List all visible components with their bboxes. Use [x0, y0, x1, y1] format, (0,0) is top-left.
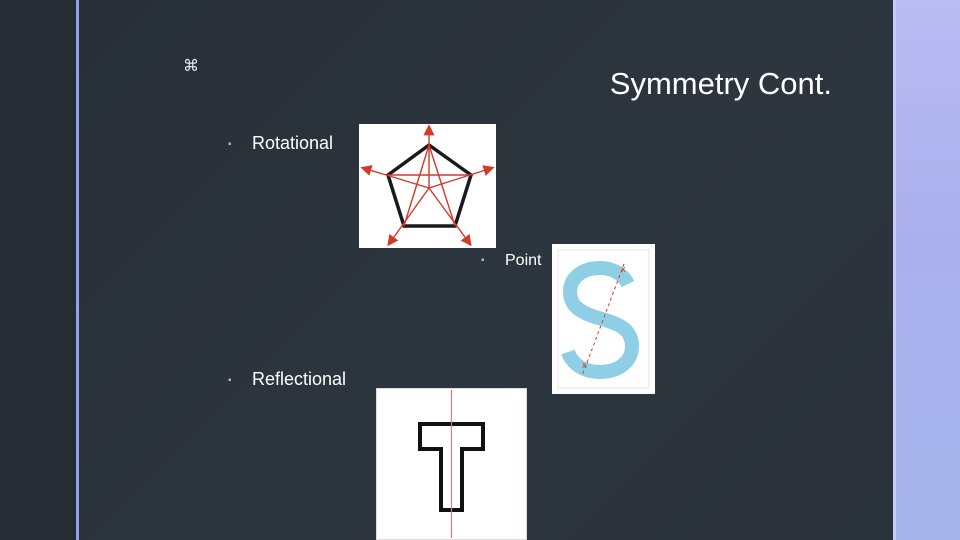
right-accent-panel	[896, 0, 960, 540]
bullet-marker: ▪	[228, 374, 232, 386]
bullet-reflectional: ▪ Reflectional	[228, 369, 346, 390]
rotational-symmetry-image	[359, 124, 496, 248]
s-image-top-label: x	[621, 264, 626, 274]
bullet-label: Rotational	[252, 133, 334, 153]
bullet-marker: ▪	[228, 138, 232, 150]
bullet-label: Reflectional	[252, 369, 347, 389]
slide-title: Symmetry Cont.	[609, 66, 832, 101]
bullet-point: ▪ Point	[481, 252, 541, 270]
s-image-bottom-label: x'	[582, 360, 589, 370]
reflectional-symmetry-image	[376, 388, 527, 540]
bullet-marker: ▪	[481, 255, 485, 267]
bullet-rotational: ▪ Rotational	[228, 133, 333, 154]
left-sidebar-strip	[0, 0, 76, 540]
left-accent-rule	[76, 0, 79, 540]
point-symmetry-image: x x'	[552, 244, 655, 394]
bullet-label: Point	[505, 252, 542, 269]
slide-logo-icon: ⌘	[183, 58, 199, 75]
